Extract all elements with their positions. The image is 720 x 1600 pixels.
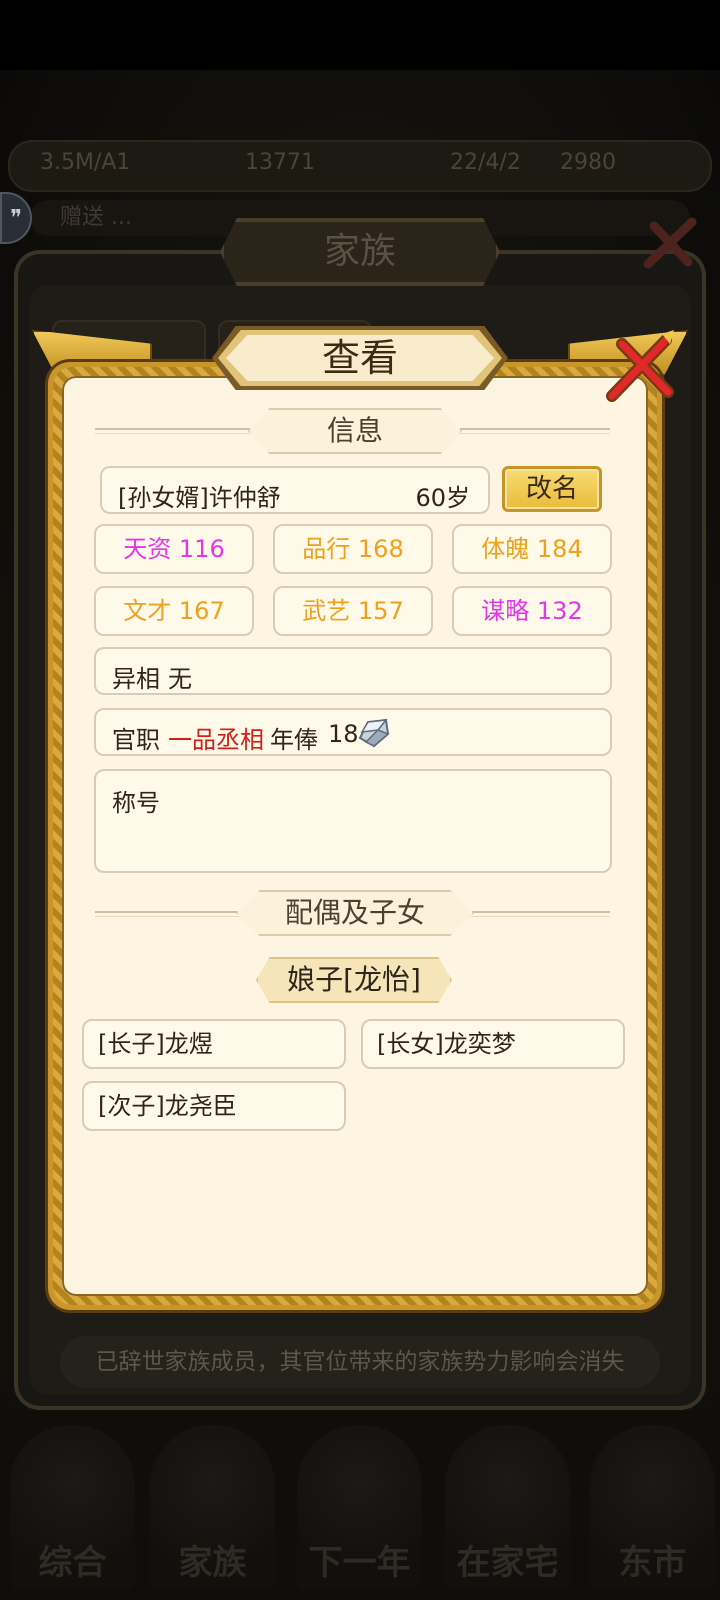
nav-label-next-year: 下一年 bbox=[308, 1543, 411, 1583]
nav-label-east-market: 东市 bbox=[618, 1543, 687, 1583]
office-field: 官职 一品丞相 年俸 18 bbox=[94, 708, 612, 756]
nav-label-zonghe: 综合 bbox=[38, 1543, 107, 1583]
silver-ingot-icon bbox=[358, 718, 390, 748]
chat-icon: ❞ bbox=[10, 205, 22, 231]
family-notice: 已辞世家族成员，其官位带来的家族势力影响会消失 bbox=[60, 1336, 660, 1388]
child-item-1[interactable]: [长子]龙煜 bbox=[82, 1019, 346, 1069]
attribute-tipo-label: 体魄 184 bbox=[481, 535, 583, 563]
attribute-tipo: 体魄 184 bbox=[452, 524, 612, 574]
honor-title-field: 称号 bbox=[94, 769, 612, 873]
attribute-moulue: 谋略 132 bbox=[452, 586, 612, 636]
resource-value-2: 13771 bbox=[245, 150, 315, 175]
trait-field: 异相 无 bbox=[94, 647, 612, 695]
office-rank: 一品丞相 bbox=[168, 726, 264, 754]
attribute-wuyi-label: 武艺 157 bbox=[302, 597, 404, 625]
resource-value-4: 2980 bbox=[560, 150, 616, 175]
info-section-title: 信息 bbox=[326, 414, 383, 447]
family-section-title: 配偶及子女 bbox=[284, 896, 425, 929]
spouse-button[interactable]: 娘子[龙怡] bbox=[256, 957, 452, 1003]
family-title: 家族 bbox=[323, 231, 396, 272]
attribute-moulue-label: 谋略 132 bbox=[481, 597, 583, 625]
attribute-wencai: 文才 167 bbox=[94, 586, 254, 636]
attribute-pinxing-label: 品行 168 bbox=[302, 535, 404, 563]
attribute-wencai-label: 文才 167 bbox=[123, 597, 225, 625]
child-item-3[interactable]: [次子]龙尧臣 bbox=[82, 1081, 346, 1131]
honor-title-label: 称号 bbox=[112, 789, 160, 817]
attribute-wuyi: 武艺 157 bbox=[273, 586, 433, 636]
member-name: [孙女婿]许仲舒 bbox=[118, 484, 281, 512]
child-item-2[interactable]: [长女]龙奕梦 bbox=[361, 1019, 625, 1069]
nav-label-home: 在家宅 bbox=[456, 1543, 559, 1583]
status-bar bbox=[0, 0, 720, 70]
family-close-icon[interactable] bbox=[640, 212, 700, 272]
attribute-tianzi: 天资 116 bbox=[94, 524, 254, 574]
trait-value: 无 bbox=[168, 665, 192, 693]
resource-value-1: 3.5M/A1 bbox=[40, 150, 131, 175]
salary-value: 18 bbox=[328, 720, 359, 748]
attribute-tianzi-label: 天资 116 bbox=[123, 535, 225, 563]
member-name-field: [孙女婿]许仲舒 60岁 bbox=[100, 466, 490, 514]
close-icon[interactable] bbox=[606, 326, 678, 404]
dialog-title: 查看 bbox=[321, 336, 398, 380]
salary-label: 年俸 bbox=[270, 726, 318, 754]
nav-label-jiazu: 家族 bbox=[178, 1543, 247, 1583]
attribute-pinxing: 品行 168 bbox=[273, 524, 433, 574]
rename-button[interactable]: 改名 bbox=[502, 466, 602, 512]
office-label: 官职 bbox=[112, 726, 160, 754]
resource-value-3: 22/4/2 bbox=[450, 150, 521, 175]
trait-label: 异相 bbox=[112, 665, 160, 693]
member-age: 60岁 bbox=[415, 484, 470, 512]
